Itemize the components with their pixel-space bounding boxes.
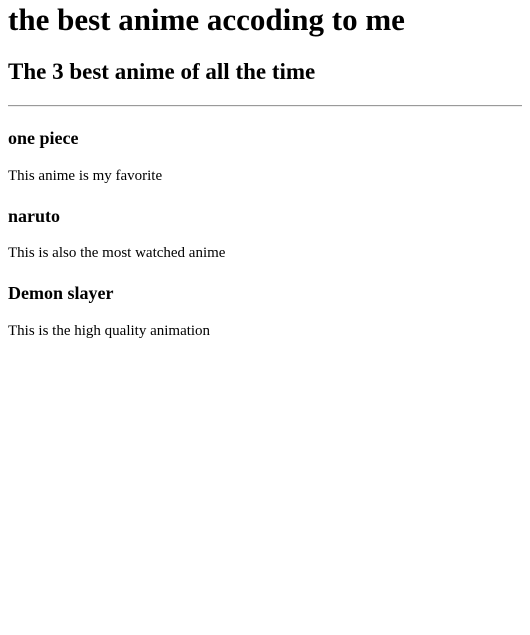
anime-title-naruto: naruto (8, 206, 61, 226)
divider (8, 105, 522, 107)
anime-title-demon-slayer: Demon slayer (8, 283, 114, 303)
anime-description-naruto: This is also the most watched anime (8, 245, 226, 261)
page-title: the best anime accoding to me (8, 2, 405, 37)
anime-description-demon-slayer: This is the high quality animation (8, 323, 211, 339)
anime-title-one-piece: one piece (8, 128, 79, 148)
page-subtitle: The 3 best anime of all the time (8, 59, 316, 84)
anime-description-one-piece: This anime is my favorite (8, 168, 163, 184)
page: the best anime accoding to me The 3 best… (0, 0, 530, 635)
